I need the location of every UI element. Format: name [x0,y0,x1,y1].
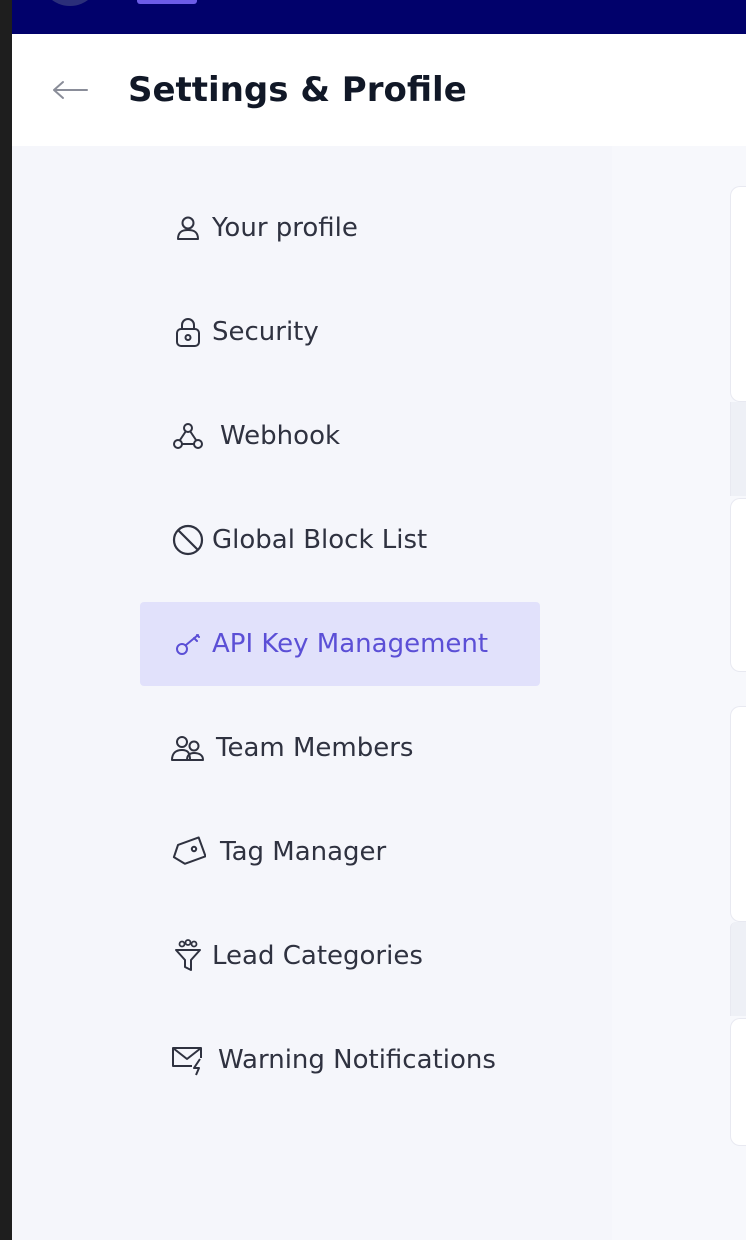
sidebar-item-label: Warning Notifications [218,1045,496,1075]
content-card [730,706,746,922]
sidebar-item-tag-manager[interactable]: Tag Manager [140,810,540,894]
lock-icon [168,312,208,352]
content-card [730,1018,746,1146]
sidebar-item-warning-notifications[interactable]: Warning Notifications [140,1018,540,1102]
brand-logo[interactable] [137,0,197,4]
sidebar-item-label: Tag Manager [220,837,387,867]
content-card-header [730,402,746,496]
sidebar-item-your-profile[interactable]: Your profile [140,186,540,270]
sidebar-item-lead-categories[interactable]: Lead Categories [140,914,540,998]
sidebar-item-security[interactable]: Security [140,290,540,374]
top-navigation-bar [12,0,746,34]
user-icon [168,208,208,248]
content-card [730,498,746,672]
mail-alert-icon [168,1040,208,1080]
sidebar-item-webhook[interactable]: Webhook [140,394,540,478]
sidebar-item-label: Global Block List [212,525,428,555]
page-header: Settings & Profile [12,34,746,146]
sidebar-item-label: API Key Management [212,629,489,659]
page-title: Settings & Profile [128,70,467,110]
sidebar-item-label: Lead Categories [212,941,423,971]
arrow-left-icon [51,80,89,100]
sidebar-item-label: Security [212,317,319,347]
block-icon [168,520,208,560]
sidebar-item-label: Your profile [212,213,358,243]
settings-sidebar: Your profile Security Webhook Global Blo… [12,146,612,1240]
app-window: Settings & Profile Your profile Security… [12,0,746,1240]
key-icon [168,624,208,664]
sidebar-item-api-key-management[interactable]: API Key Management [140,602,540,686]
webhook-icon [168,416,208,456]
avatar[interactable] [40,0,100,6]
content-card-header [730,922,746,1016]
funnel-icon [168,936,208,976]
settings-menu: Your profile Security Webhook Global Blo… [140,186,540,1122]
sidebar-item-label: Team Members [216,733,414,763]
back-button[interactable] [50,72,90,108]
sidebar-item-global-block-list[interactable]: Global Block List [140,498,540,582]
content-panel [612,146,746,1240]
users-icon [168,728,208,768]
sidebar-item-team-members[interactable]: Team Members [140,706,540,790]
tag-icon [168,832,208,872]
content-card [730,186,746,402]
sidebar-item-label: Webhook [220,421,341,451]
window-edge [0,0,12,1240]
